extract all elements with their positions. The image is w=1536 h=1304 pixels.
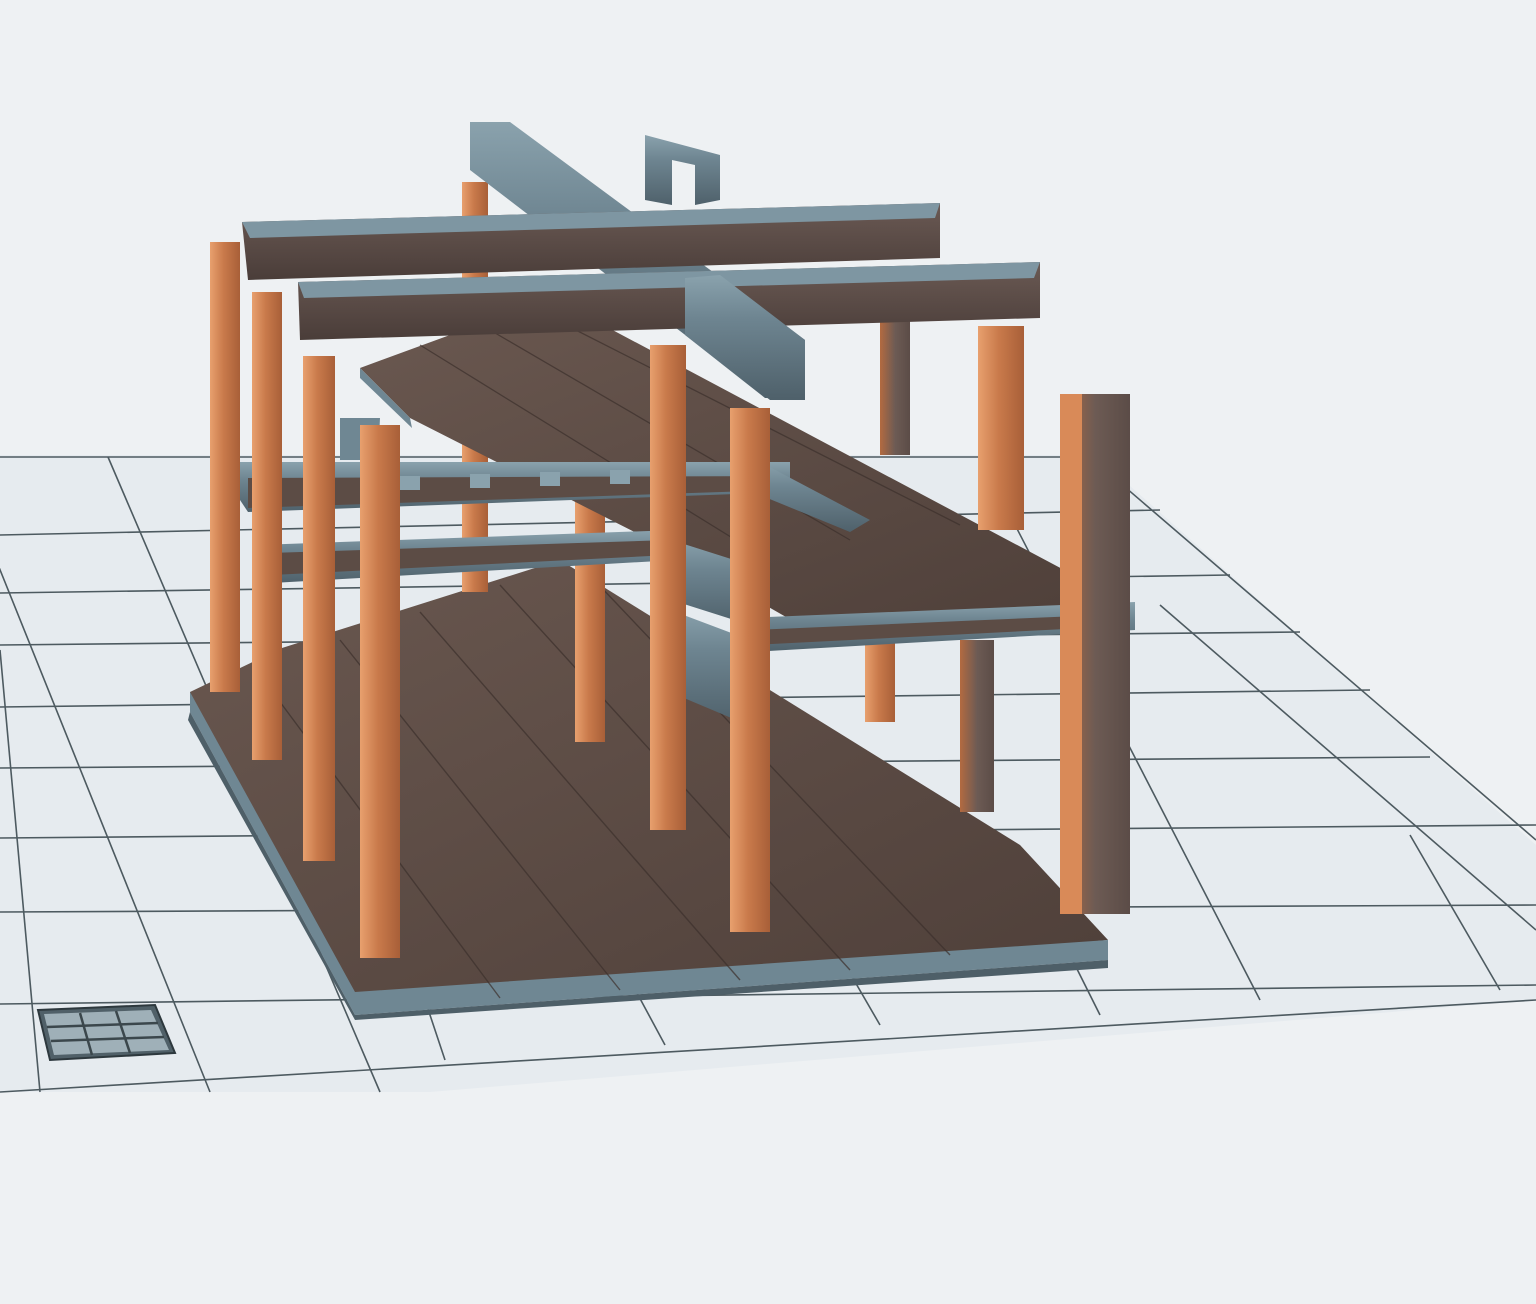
model-scene: [0, 122, 1536, 1093]
grid-tile-icon: [36, 1003, 177, 1062]
